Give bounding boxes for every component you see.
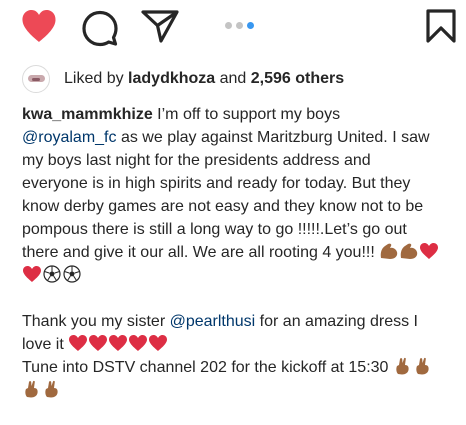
paper-plane-icon[interactable] — [140, 8, 180, 44]
caption-text: know derby games are not easy and they k… — [22, 198, 424, 215]
caption-text: for an amazing dress I — [255, 313, 418, 330]
carousel-dot — [236, 22, 243, 29]
liker-avatar[interactable] — [22, 65, 50, 93]
heart-filled-icon[interactable] — [20, 8, 58, 44]
flexed-biceps-icon — [399, 242, 419, 260]
crossed-fingers-icon — [22, 380, 42, 398]
likes-text[interactable]: Liked by ladydkhoza and 2,596 others — [64, 70, 344, 88]
caption-text: Tune into DSTV channel 202 for the kicko… — [22, 359, 389, 376]
mention-pearlthusi[interactable]: @pearlthusi — [170, 313, 256, 330]
caption-text: my boys last night for the presidents ad… — [22, 152, 371, 169]
likes-middle: and — [215, 70, 251, 87]
liker-username[interactable]: ladydkhoza — [128, 70, 215, 87]
likes-count[interactable]: 2,596 others — [251, 70, 344, 87]
red-heart-icon — [108, 334, 128, 352]
soccer-ball-icon — [62, 265, 82, 283]
crossed-fingers-icon — [413, 357, 433, 375]
flexed-biceps-icon — [379, 242, 399, 260]
caption-text: love it — [22, 336, 69, 353]
red-heart-icon — [419, 242, 439, 260]
caption-text: Thank you my sister — [22, 313, 170, 330]
red-heart-icon — [22, 265, 42, 283]
carousel-dot — [225, 22, 232, 29]
caption-text: everyone is in high spirits and ready fo… — [22, 175, 411, 192]
red-heart-icon — [88, 334, 108, 352]
crossed-fingers-icon — [42, 380, 62, 398]
comment-icon[interactable] — [80, 8, 120, 48]
red-heart-icon — [68, 334, 88, 352]
caption-username[interactable]: kwa_mammkhize — [22, 106, 153, 123]
caption-text: I’m off to support my boys — [152, 106, 341, 123]
carousel-dot-active — [247, 22, 254, 29]
carousel-dots — [225, 22, 254, 30]
mention-royalam[interactable]: @royalam_fc — [22, 129, 117, 146]
caption-text: there and give it our all. We are all ro… — [22, 244, 380, 261]
post-action-bar — [0, 0, 466, 56]
red-heart-icon — [148, 334, 168, 352]
red-heart-icon — [128, 334, 148, 352]
crossed-fingers-icon — [393, 357, 413, 375]
caption-text: as we play against Maritzburg United. I … — [116, 129, 430, 146]
bookmark-icon[interactable] — [424, 8, 458, 44]
caption-text: pompous there is still a long way to go … — [22, 221, 407, 238]
soccer-ball-icon — [42, 265, 62, 283]
post-caption: kwa_mammkhize I’m off to support my boys… — [22, 103, 462, 402]
likes-summary: Liked by ladydkhoza and 2,596 others — [22, 65, 344, 93]
likes-prefix: Liked by — [64, 70, 129, 87]
